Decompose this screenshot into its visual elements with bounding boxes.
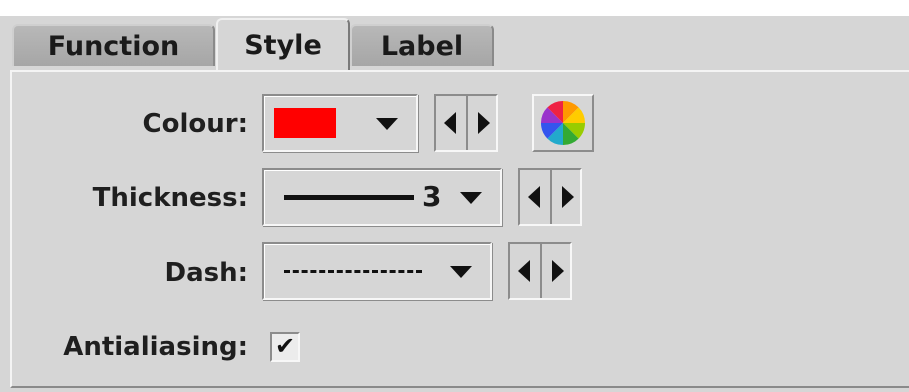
antialiasing-label: Antialiasing: [63, 332, 248, 362]
tab-style[interactable]: Style [216, 18, 350, 70]
top-margin [0, 0, 909, 16]
dash-label: Dash: [164, 258, 248, 288]
tab-function-label: Function [47, 30, 180, 62]
colour-prev-button[interactable] [436, 96, 468, 150]
colour-swatch [274, 108, 336, 138]
dash-sample-line [284, 270, 422, 273]
thickness-combo[interactable]: 3 [262, 168, 502, 226]
thickness-label: Thickness: [92, 183, 248, 213]
checkmark-icon: ✔ [274, 332, 296, 360]
colour-chooser-button[interactable] [532, 94, 594, 152]
colour-label: Colour: [142, 109, 248, 139]
color-wheel-icon [540, 100, 586, 146]
colour-stepper[interactable] [434, 94, 498, 152]
thickness-prev-button[interactable] [520, 170, 552, 224]
thickness-stepper[interactable] [518, 168, 582, 226]
tab-style-label: Style [244, 29, 322, 61]
tab-function[interactable]: Function [12, 24, 215, 66]
chevron-down-icon [450, 266, 472, 278]
triangle-left-icon [528, 186, 540, 208]
triangle-left-icon [518, 260, 530, 282]
dash-combo[interactable] [262, 242, 492, 300]
dash-stepper[interactable] [508, 242, 572, 300]
style-panel: Colour: Thickness: 3 Dash: Antialiasing:… [10, 70, 909, 388]
thickness-next-button[interactable] [552, 170, 582, 224]
triangle-left-icon [444, 112, 456, 134]
colour-next-button[interactable] [468, 96, 498, 150]
dash-prev-button[interactable] [510, 244, 542, 298]
tab-label-label: Label [380, 30, 464, 62]
tab-label[interactable]: Label [350, 24, 494, 66]
colour-combo[interactable] [262, 94, 418, 152]
triangle-right-icon [552, 260, 564, 282]
triangle-right-icon [562, 186, 574, 208]
triangle-right-icon [478, 112, 490, 134]
chevron-down-icon [460, 192, 482, 204]
thickness-sample-line [284, 195, 414, 200]
chevron-down-icon [376, 118, 398, 130]
thickness-value: 3 [422, 180, 442, 213]
dash-next-button[interactable] [542, 244, 572, 298]
antialiasing-checkbox[interactable]: ✔ [270, 332, 300, 362]
